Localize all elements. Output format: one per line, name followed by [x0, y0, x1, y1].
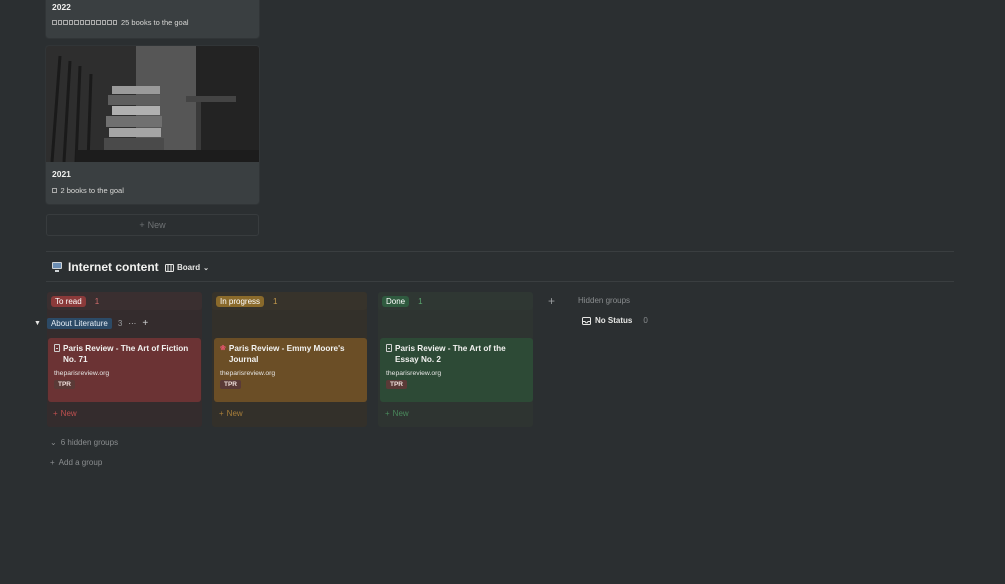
new-label: New	[60, 409, 77, 418]
desktop-icon	[52, 262, 62, 272]
add-group-button[interactable]: + Add a group	[50, 458, 102, 467]
goal-text: 2 books to the goal	[60, 186, 124, 195]
no-status-label: No Status	[595, 316, 633, 325]
board-icon	[165, 263, 174, 272]
plus-icon: +	[53, 409, 58, 418]
plus-icon: +	[139, 220, 145, 230]
card-tag: TPR	[386, 380, 407, 389]
column-count: 1	[273, 296, 278, 306]
new-card-button-in-progress[interactable]: + New	[219, 409, 243, 418]
card-url: theparisreview.org	[386, 370, 442, 377]
section-title: Internet content	[68, 260, 159, 274]
add-column-plus-icon[interactable]: +	[548, 294, 555, 308]
books-image	[46, 46, 259, 162]
status-pill: To read	[51, 295, 86, 307]
journal-emoji-icon: ❀	[220, 345, 226, 352]
group-row: ▼ About Literature 3 ··· +	[34, 318, 148, 329]
new-card-button-to-read[interactable]: + New	[53, 409, 77, 418]
column-count: 1	[418, 296, 423, 306]
gallery-new-button[interactable]: + New	[46, 214, 259, 236]
new-card-button-done[interactable]: + New	[385, 409, 409, 418]
section-heading: Internet content	[51, 260, 159, 274]
status-pill: Done	[382, 295, 410, 307]
no-status-group[interactable]: No Status 0	[582, 316, 648, 325]
gallery-card-title: 2022	[52, 2, 71, 12]
new-label: New	[392, 409, 409, 418]
group-label[interactable]: About Literature	[46, 318, 112, 329]
card-title: Paris Review - Emmy Moore's Journal	[228, 344, 345, 364]
column-header-done[interactable]: Done 1	[378, 292, 533, 310]
hidden-groups-text: 6 hidden groups	[60, 438, 119, 447]
gallery-card-2022[interactable]: 2022 25 books to the goal	[46, 0, 259, 38]
view-selector[interactable]: Board ⌄	[165, 263, 209, 272]
progress-boxes	[52, 20, 118, 25]
progress-box	[52, 188, 57, 193]
no-status-count: 0	[643, 316, 648, 325]
gallery-card-title: 2021	[52, 169, 71, 179]
chevron-down-icon: ⌄	[50, 438, 57, 447]
board-card[interactable]: ❀ Paris Review - Emmy Moore's Journal the…	[214, 338, 367, 402]
board-card[interactable]: Paris Review - The Art of the Essay No. …	[380, 338, 533, 402]
inbox-icon	[582, 316, 591, 325]
books-photo	[46, 46, 259, 162]
hidden-groups-toggle[interactable]: ⌄ 6 hidden groups	[50, 438, 118, 447]
card-title: Paris Review - The Art of Fiction No. 71	[63, 344, 189, 364]
view-label: Board	[177, 263, 201, 272]
document-icon	[54, 344, 60, 352]
gallery-card-2021[interactable]: 2021 2 books to the goal	[46, 46, 259, 204]
goal-text: 25 books to the goal	[121, 18, 189, 27]
board-card[interactable]: Paris Review - The Art of Fiction No. 71…	[48, 338, 201, 402]
board-divider	[46, 281, 954, 282]
column-header-to-read[interactable]: To read 1	[47, 292, 202, 310]
plus-icon: +	[50, 458, 55, 467]
add-icon[interactable]: +	[142, 318, 148, 329]
triangle-down-icon[interactable]: ▼	[34, 320, 41, 327]
add-group-text: Add a group	[58, 458, 103, 467]
hidden-groups-label: Hidden groups	[578, 296, 631, 305]
card-tag: TPR	[220, 380, 241, 389]
plus-icon: +	[219, 409, 224, 418]
new-label: New	[226, 409, 243, 418]
chevron-down-icon: ⌄	[203, 264, 209, 272]
card-title: Paris Review - The Art of the Essay No. …	[395, 344, 506, 364]
card-url: theparisreview.org	[220, 370, 276, 377]
group-count: 3	[117, 319, 123, 328]
column-count: 1	[94, 296, 100, 306]
card-url: theparisreview.org	[54, 370, 110, 377]
document-icon	[386, 344, 392, 352]
plus-icon: +	[385, 409, 390, 418]
goal-progress: 25 books to the goal	[52, 18, 253, 27]
column-header-in-progress[interactable]: In progress 1	[212, 292, 367, 310]
goal-progress: 2 books to the goal	[52, 186, 253, 195]
status-pill: In progress	[216, 295, 265, 307]
section-divider	[46, 251, 954, 252]
new-label: New	[147, 220, 166, 230]
more-icon[interactable]: ···	[128, 319, 136, 328]
card-tag: TPR	[54, 380, 75, 389]
